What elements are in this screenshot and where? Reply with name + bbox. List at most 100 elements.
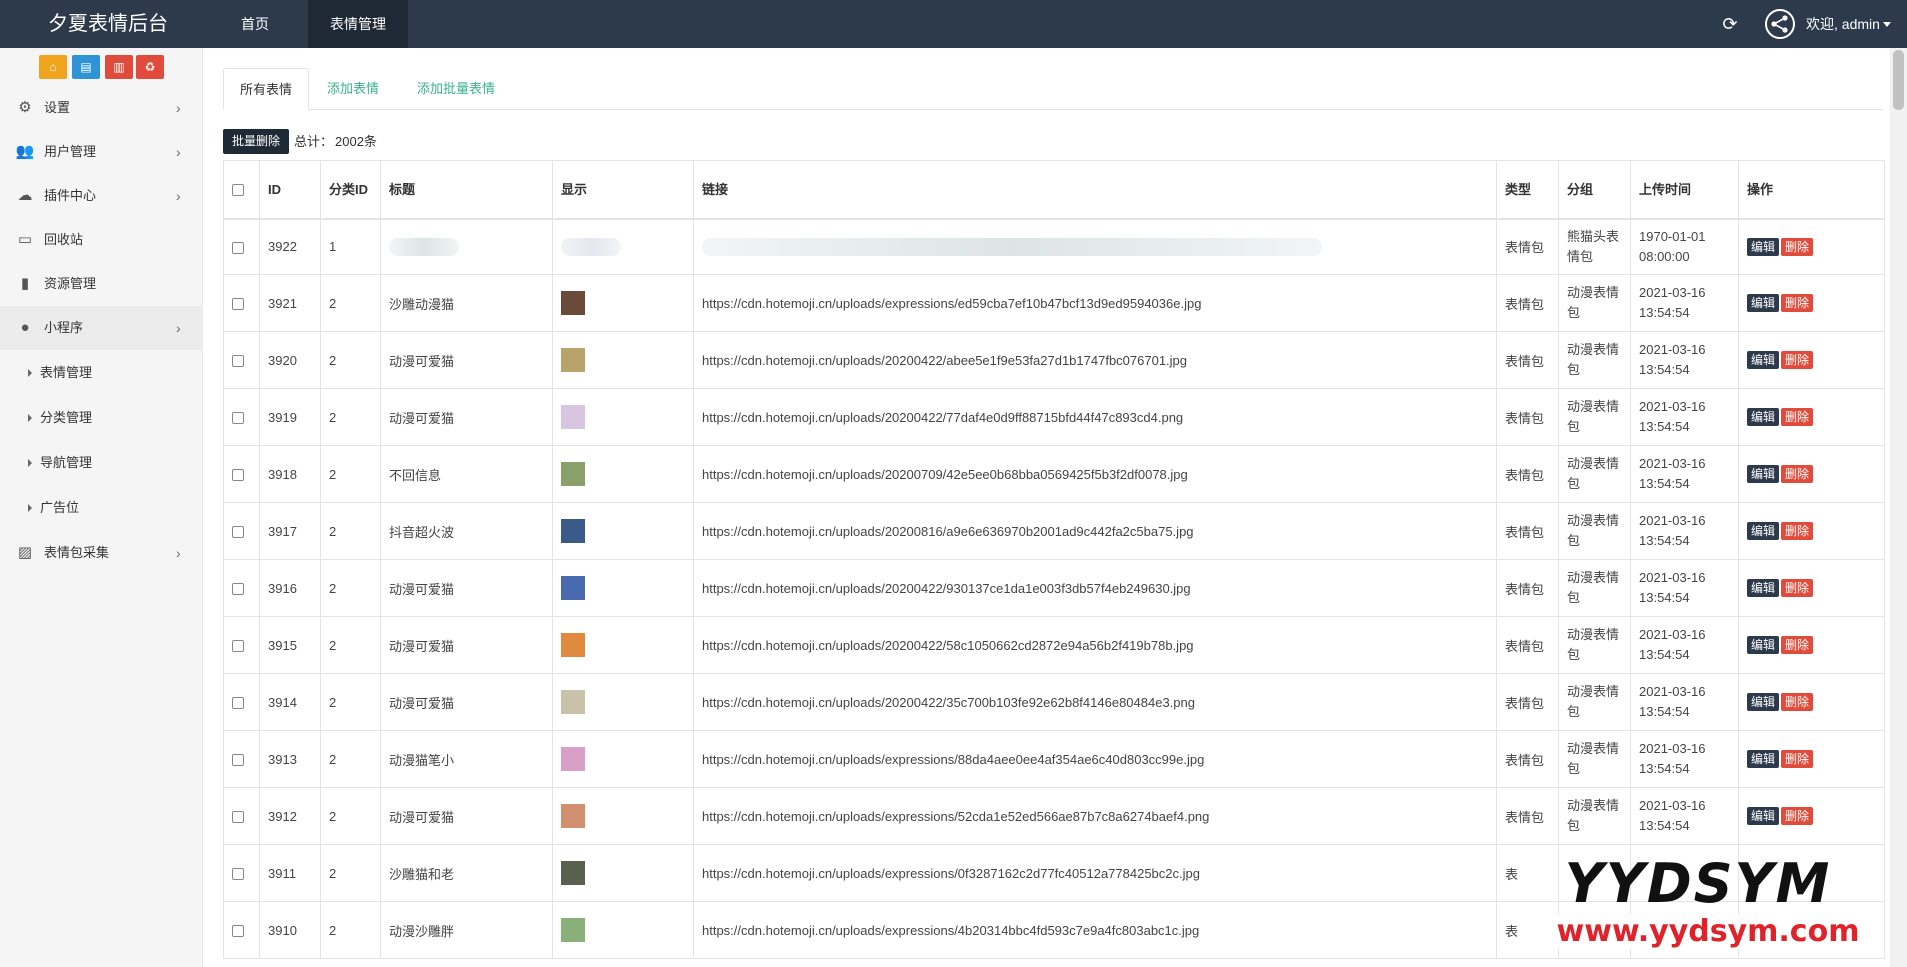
edit-button[interactable]: 编辑 [1747,351,1780,369]
cell-link[interactable]: https://cdn.hotemoji.cn/uploads/expressi… [693,787,1497,845]
cell-link[interactable]: https://cdn.hotemoji.cn/uploads/expressi… [693,844,1497,902]
sidebar: ⌂ ▤ ▥ ♻ ⚙ 设置 › 👥 用户管理 › ☁ 插件中心 › ▭ 回收站 ▮… [0,48,203,967]
emoji-thumbnail[interactable] [561,519,585,543]
row-checkbox[interactable] [232,241,244,254]
sidebar-item-settings[interactable]: ⚙ 设置 › [0,86,203,130]
cell-link[interactable]: https://cdn.hotemoji.cn/uploads/20200816… [693,502,1497,560]
delete-button[interactable]: 删除 [1781,636,1814,654]
scrollbar-thumb[interactable] [1893,50,1904,110]
cell-category-id: 2 [320,616,381,674]
cell-link[interactable] [693,218,1497,275]
row-checkbox[interactable] [232,583,244,596]
chevron-right-icon: › [176,320,181,336]
delete-button[interactable]: 删除 [1781,465,1814,483]
avatar[interactable] [1765,9,1795,39]
cell-link[interactable]: https://cdn.hotemoji.cn/uploads/expressi… [693,730,1497,788]
column-header-preview: 显示 [552,160,694,220]
cell-link[interactable]: https://cdn.hotemoji.cn/uploads/20200422… [693,331,1497,389]
delete-button[interactable]: 删除 [1781,237,1814,256]
row-checkbox[interactable] [232,811,244,824]
emoji-thumbnail[interactable] [561,747,585,771]
home-icon[interactable]: ⌂ [39,55,67,79]
sidebar-subitem-emoji-management[interactable]: 表情管理 [0,351,203,395]
edit-button[interactable]: 编辑 [1747,750,1780,768]
row-checkbox[interactable] [232,868,244,881]
edit-button[interactable]: 编辑 [1747,408,1780,426]
cell-link[interactable]: https://cdn.hotemoji.cn/uploads/expressi… [693,901,1497,959]
row-checkbox[interactable] [232,298,244,311]
cell-link[interactable]: https://cdn.hotemoji.cn/uploads/20200422… [693,388,1497,446]
emoji-thumbnail[interactable] [561,576,585,600]
sidebar-item-emoji-collector[interactable]: ▨ 表情包采集 › [0,531,203,575]
row-checkbox[interactable] [232,469,244,482]
cell-type: 表情包 [1496,218,1559,275]
trash-icon[interactable]: ▥ [105,55,133,79]
row-checkbox[interactable] [232,925,244,938]
row-checkbox[interactable] [232,526,244,539]
bulk-delete-button[interactable]: 批量删除 [223,129,289,154]
row-checkbox[interactable] [232,640,244,653]
delete-button[interactable]: 删除 [1781,693,1814,711]
edit-button[interactable]: 编辑 [1747,237,1780,256]
emoji-thumbnail[interactable] [561,462,585,486]
delete-button[interactable]: 删除 [1781,294,1814,312]
delete-button[interactable]: 删除 [1781,750,1814,768]
edit-button[interactable]: 编辑 [1747,579,1780,597]
cell-upload-time: 2021-03-16 13:54:54 [1630,274,1739,332]
cell-link[interactable]: https://cdn.hotemoji.cn/uploads/20200709… [693,445,1497,503]
emoji-thumbnail[interactable] [561,690,585,714]
cell-link[interactable]: https://cdn.hotemoji.cn/uploads/20200422… [693,559,1497,617]
row-select-cell [223,502,260,560]
row-checkbox[interactable] [232,754,244,767]
sidebar-item-resources[interactable]: ▮ 资源管理 [0,262,203,306]
select-all-checkbox[interactable] [232,184,244,197]
vertical-scrollbar[interactable] [1890,48,1907,967]
emoji-thumbnail[interactable] [561,918,585,942]
row-checkbox[interactable] [232,412,244,425]
delete-button[interactable]: 删除 [1781,579,1814,597]
emoji-thumbnail[interactable] [561,291,585,315]
cell-id: 3917 [259,502,321,560]
edit-button[interactable]: 编辑 [1747,294,1780,312]
emoji-thumbnail[interactable] [561,861,585,885]
nav-home[interactable]: 首页 [214,0,296,48]
recycle-icon[interactable]: ♻ [136,55,164,79]
row-select-cell [223,388,260,446]
cell-link[interactable]: https://cdn.hotemoji.cn/uploads/20200422… [693,673,1497,731]
delete-button[interactable]: 删除 [1781,522,1814,540]
sidebar-subitem-ads[interactable]: 广告位 [0,486,203,530]
delete-button[interactable]: 删除 [1781,408,1814,426]
edit-button[interactable]: 编辑 [1747,522,1780,540]
edit-button[interactable]: 编辑 [1747,465,1780,483]
emoji-thumbnail[interactable] [561,405,585,429]
nav-emoji-management[interactable]: 表情管理 [308,0,408,48]
emoji-thumbnail[interactable] [561,348,585,372]
delete-button[interactable]: 删除 [1781,807,1814,825]
sidebar-subitem-navigation[interactable]: 导航管理 [0,441,203,485]
emoji-thumbnail[interactable] [561,237,621,256]
brand-title[interactable]: 夕夏表情后台 [48,0,168,48]
delete-button[interactable]: 删除 [1781,351,1814,369]
edit-button[interactable]: 编辑 [1747,807,1780,825]
emoji-thumbnail[interactable] [561,633,585,657]
cell-actions: 编辑 删除 [1738,502,1885,560]
edit-button[interactable]: 编辑 [1747,693,1780,711]
row-checkbox[interactable] [232,697,244,710]
sidebar-item-recycle-bin[interactable]: ▭ 回收站 [0,218,203,262]
tab-add-emoji[interactable]: 添加表情 [311,68,395,110]
user-menu[interactable]: 欢迎, admin [1806,0,1891,48]
cell-link[interactable]: https://cdn.hotemoji.cn/uploads/20200422… [693,616,1497,674]
tab-all-emojis[interactable]: 所有表情 [223,68,310,110]
sidebar-item-users[interactable]: 👥 用户管理 › [0,130,203,174]
sidebar-subitem-categories[interactable]: 分类管理 [0,396,203,440]
cell-id: 3915 [259,616,321,674]
refresh-icon[interactable]: ⟳ [1718,12,1742,36]
emoji-thumbnail[interactable] [561,804,585,828]
cell-link[interactable]: https://cdn.hotemoji.cn/uploads/expressi… [693,274,1497,332]
tab-add-bulk-emoji[interactable]: 添加批量表情 [401,68,511,110]
file-icon[interactable]: ▤ [72,55,100,79]
sidebar-item-plugins[interactable]: ☁ 插件中心 › [0,174,203,218]
edit-button[interactable]: 编辑 [1747,636,1780,654]
sidebar-item-mini-program[interactable]: ● 小程序 › [0,306,203,350]
row-checkbox[interactable] [232,355,244,368]
